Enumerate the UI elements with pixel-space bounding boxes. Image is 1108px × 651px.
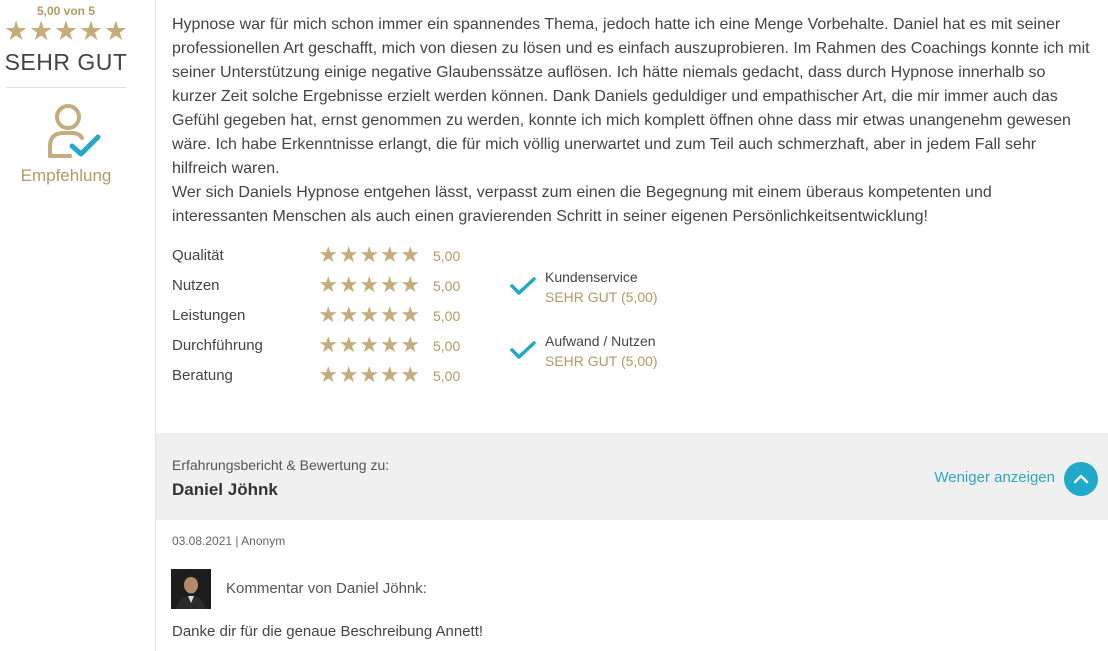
overall-rating-text: SEHR GUT	[4, 49, 128, 75]
rating-value: 5,00	[433, 368, 461, 384]
rating-value: 5,00	[433, 248, 461, 264]
rating-name: Beratung	[172, 367, 233, 384]
star-icon: ★	[379, 242, 400, 267]
check-item-title: Kundenservice	[545, 269, 638, 285]
star-icon: ★	[359, 362, 380, 387]
sidebar-divider	[6, 87, 126, 88]
star-icon: ★	[338, 332, 359, 357]
rating-name: Durchführung	[172, 337, 263, 354]
chevron-up-icon	[1073, 474, 1089, 484]
star-icon: ★	[103, 16, 128, 46]
star-icon: ★	[338, 242, 359, 267]
comment-text: Danke dir für die genaue Beschreibung An…	[172, 623, 484, 640]
rating-name: Leistungen	[172, 307, 246, 324]
review-meta: 03.08.2021 | Anonym	[172, 534, 286, 548]
check-item-title: Aufwand / Nutzen	[545, 333, 656, 349]
rating-row: Durchführung ★ ★ ★ ★ ★ 5,00	[172, 333, 472, 357]
rating-value: 5,00	[433, 308, 461, 324]
star-icon: ★	[4, 16, 29, 46]
review-paragraph: Hypnose war für mich schon immer ein spa…	[172, 16, 1090, 177]
avatar-image	[171, 569, 211, 609]
star-icon: ★	[359, 272, 380, 297]
star-icon: ★	[379, 272, 400, 297]
rating-row: Beratung ★ ★ ★ ★ ★ 5,00	[172, 363, 472, 387]
check-item-value: SEHR GUT (5,00)	[545, 353, 658, 369]
star-icon: ★	[359, 332, 380, 357]
review-paragraph: Wer sich Daniels Hypnose entgehen lässt,…	[172, 184, 992, 225]
rating-value: 5,00	[433, 338, 461, 354]
rating-row: Qualität ★ ★ ★ ★ ★ 5,00	[172, 243, 472, 267]
comment-label: Kommentar von Daniel Jöhnk:	[226, 580, 427, 597]
overall-stars: ★ ★ ★ ★ ★	[4, 16, 128, 46]
star-icon: ★	[379, 302, 400, 327]
star-icon: ★	[318, 332, 339, 357]
reviewed-person-name: Daniel Jöhnk	[172, 480, 278, 499]
rating-stars: ★ ★ ★ ★ ★	[318, 243, 421, 267]
footer-title: Erfahrungsbericht & Bewertung zu:	[172, 457, 390, 473]
star-icon: ★	[318, 302, 339, 327]
star-icon: ★	[379, 362, 400, 387]
star-icon: ★	[400, 362, 421, 387]
recommendation-label: Empfehlung	[20, 166, 112, 185]
rating-stars: ★ ★ ★ ★ ★	[318, 273, 421, 297]
avatar	[171, 569, 211, 609]
star-icon: ★	[359, 302, 380, 327]
rating-stars: ★ ★ ★ ★ ★	[318, 363, 421, 387]
star-icon: ★	[318, 362, 339, 387]
rating-sidebar: 5,00 von 5 ★ ★ ★ ★ ★ SEHR GUT Empfehlung	[0, 0, 156, 651]
star-icon: ★	[318, 272, 339, 297]
star-icon: ★	[400, 272, 421, 297]
star-icon: ★	[400, 242, 421, 267]
rating-name: Qualität	[172, 247, 224, 264]
rating-row: Nutzen ★ ★ ★ ★ ★ 5,00	[172, 273, 472, 297]
star-icon: ★	[53, 16, 79, 46]
star-icon: ★	[379, 332, 400, 357]
rating-stars: ★ ★ ★ ★ ★	[318, 303, 421, 327]
star-icon: ★	[338, 302, 359, 327]
review-text: Hypnose war für mich schon immer ein spa…	[172, 13, 1092, 229]
review-footer: Erfahrungsbericht & Bewertung zu: Daniel…	[156, 433, 1108, 520]
check-item-value: SEHR GUT (5,00)	[545, 289, 658, 305]
rating-row: Leistungen ★ ★ ★ ★ ★ 5,00	[172, 303, 472, 327]
collapse-button[interactable]	[1064, 462, 1098, 496]
rating-stars: ★ ★ ★ ★ ★	[318, 333, 421, 357]
star-icon: ★	[400, 302, 421, 327]
show-less-link[interactable]: Weniger anzeigen	[934, 469, 1055, 486]
rating-name: Nutzen	[172, 277, 220, 294]
star-icon: ★	[28, 16, 54, 46]
star-icon: ★	[318, 242, 339, 267]
star-icon: ★	[400, 332, 421, 357]
checkmark-icon	[510, 277, 536, 295]
star-icon: ★	[338, 362, 359, 387]
star-icon: ★	[78, 16, 104, 46]
star-icon: ★	[338, 272, 359, 297]
checkmark-icon	[510, 341, 536, 359]
rating-value: 5,00	[433, 278, 461, 294]
person-check-icon	[48, 104, 101, 158]
star-icon: ★	[359, 242, 380, 267]
